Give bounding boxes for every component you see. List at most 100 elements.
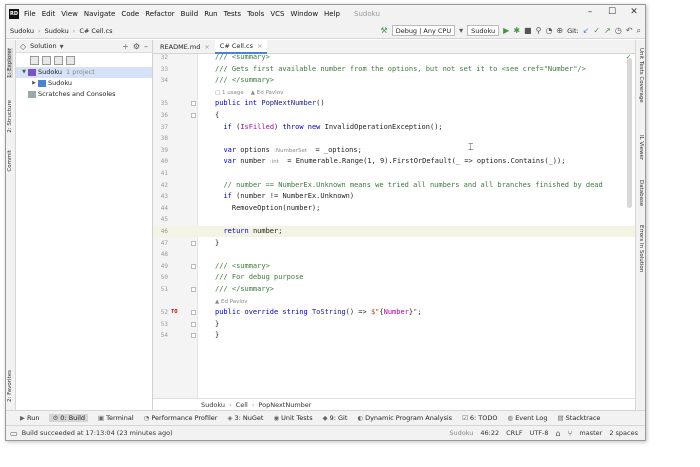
code-line[interactable]: 43 if (number != NumberEx.Unknown) [153,191,635,202]
solution-title[interactable]: Solution [30,42,56,50]
menu-vcs[interactable]: VCS [270,10,284,18]
toolwindow-button[interactable]: ◈ 3: NuGet [227,414,263,422]
code-line[interactable]: 38 [153,133,635,144]
nav-crumb-project[interactable]: Sudoku [45,27,69,35]
close-tab-icon[interactable]: × [257,39,262,53]
code-line[interactable]: 47} [153,238,635,249]
lock-icon[interactable]: ⌂ [556,429,561,438]
tab-errors-in-solution[interactable]: Errors In Solution [638,225,644,272]
breadcrumb-class[interactable]: Cell [236,401,248,409]
maximize-icon[interactable]: ☐ [605,7,619,17]
fold-marker-icon[interactable] [191,101,196,107]
toolwindow-button[interactable]: ☑ 6: TODO [462,414,497,422]
code-vision-hint[interactable]: ▲ Ed Pavlov [153,296,635,305]
code-line[interactable]: 36 { [153,110,635,121]
git-update-icon[interactable]: ↙ [583,26,590,35]
chevron-down-icon[interactable]: ▼ [20,67,28,78]
rollback-icon[interactable]: ↶ [626,26,633,35]
menu-window[interactable]: Window [290,10,318,18]
nav-crumb-solution[interactable]: Sudoku [10,27,34,35]
code-line[interactable]: 40 var number :int = Enumerable.Range(1,… [153,156,635,167]
fold-marker-icon[interactable] [191,287,196,292]
status-git-branch[interactable]: master [579,429,602,437]
attach-icon[interactable]: ⚲ [536,26,542,35]
editor-tab[interactable]: C# Cell.cs × [214,39,268,54]
close-tab-icon[interactable]: × [204,40,209,54]
run-icon[interactable]: ▶ [503,26,509,35]
menu-edit[interactable]: Edit [42,10,56,18]
fold-marker-icon[interactable] [191,321,196,327]
tree-item[interactable]: Scratches and Consoles [16,89,152,100]
tab-structure[interactable]: 2: Structure [7,100,13,133]
status-indent[interactable]: 2 spaces [609,429,638,437]
override-marker-icon[interactable]: TO [171,307,178,318]
minimize-icon[interactable]: – [583,7,597,17]
code-line[interactable]: 34 /// </summary> [153,75,635,86]
fold-marker-icon[interactable] [191,333,196,339]
code-line[interactable]: 51 /// </summary> [153,284,635,295]
toolwindow-button[interactable]: ▶ Run [20,414,39,422]
nav-crumb-file[interactable]: C# Cell.cs [79,27,112,35]
code-line[interactable]: 50 /// For debug purpose [153,272,635,283]
code-line[interactable]: 54} [153,330,635,341]
search-everywhere-icon[interactable]: ⌕ [637,26,641,36]
status-project[interactable]: Sudoku [449,429,473,437]
fold-marker-icon[interactable] [191,310,196,316]
run-config-select[interactable]: Sudoku [467,25,500,36]
show-all-files-icon[interactable] [30,55,39,65]
chevron-down-icon[interactable]: ▾ [459,26,463,35]
menu-refactor[interactable]: Refactor [145,10,174,18]
chevron-right-icon[interactable]: ▶ [30,78,38,89]
profiler-icon[interactable]: ◔ [545,26,552,35]
tab-il-viewer[interactable]: IL Viewer [638,135,644,160]
toolwindow-button[interactable]: ◍ Event Log [508,414,548,422]
tree-item[interactable]: ▶ Sudoku [16,78,152,89]
vertical-scrollbar[interactable] [627,58,632,208]
menu-build[interactable]: Build [181,10,199,18]
code-line[interactable]: 39 var options :NumberSet = _options; [153,145,635,156]
git-commit-icon[interactable]: ✓ [593,26,600,35]
tab-unit-tests-coverage[interactable]: Unit Tests Coverage [638,48,644,103]
refresh-icon[interactable] [66,55,75,65]
history-icon[interactable]: ◷ [615,26,622,35]
toolwindow-button[interactable]: ◆ 9: Git [323,414,348,422]
status-message[interactable]: Build succeeded at 17:13:04 (23 minutes … [22,429,173,437]
code-line[interactable]: 35 public int PopNextNumber() [153,98,635,109]
toolwindow-button[interactable]: ◔ Performance Profiler [144,414,218,422]
code-line[interactable]: 32 /// <summary> [153,54,635,63]
editor-tab[interactable]: README.md × [155,40,215,54]
menu-navigate[interactable]: Navigate [84,10,115,18]
code-line[interactable]: 46 return number; [153,226,635,237]
status-line-separator[interactable]: CRLF [506,429,522,437]
debug-icon[interactable]: ✱ [513,26,520,35]
menu-file[interactable]: File [24,10,36,18]
tab-explorer[interactable]: 1: Explorer [7,48,13,79]
status-caret-position[interactable]: 46:22 [480,429,499,437]
tree-item[interactable]: ▼ Sudoku 1 project [16,67,152,78]
stop-icon[interactable]: ■ [524,26,532,35]
status-panel-icon[interactable]: ▭ [10,429,18,438]
code-line[interactable]: 48 [153,249,635,260]
coverage-icon[interactable]: ⊕ [556,26,563,35]
settings-gear-icon[interactable]: ⚙ [133,42,140,51]
fold-marker-icon[interactable] [191,113,196,118]
code-vision-hint[interactable]: ▢ 1 usage ▲ Ed Pavlov [153,87,635,96]
code-line[interactable]: 33 /// Gets first available number from t… [153,64,635,75]
toolwindow-button[interactable]: ◐ Dynamic Program Analysis [357,414,452,422]
configuration-select[interactable]: Debug | Any CPU [391,25,456,36]
code-line[interactable]: 42 // number == NumberEx.Unknown means w… [153,180,635,191]
toolwindow-button[interactable]: ◉ Unit Tests [273,414,312,422]
chevron-down-icon[interactable]: ▾ [60,42,64,51]
menu-help[interactable]: Help [324,10,340,18]
close-icon[interactable]: ✕ [627,7,641,17]
fold-marker-icon[interactable] [191,240,196,246]
toolwindow-button[interactable]: ▣ Terminal [98,414,134,422]
code-line[interactable]: 52 TO public override string ToString() =>… [153,307,635,318]
git-push-icon[interactable]: ↗ [604,26,611,35]
code-editor[interactable]: 32 /// <summary> 33 /// Gets first availabl… [153,54,635,398]
code-line[interactable]: 53} [153,319,635,330]
collapse-all-icon[interactable]: ÷ [122,42,129,51]
menu-view[interactable]: View [61,10,78,18]
autoscroll-icon[interactable] [42,55,51,65]
tab-favorites[interactable]: 2: Favorites [7,370,13,402]
